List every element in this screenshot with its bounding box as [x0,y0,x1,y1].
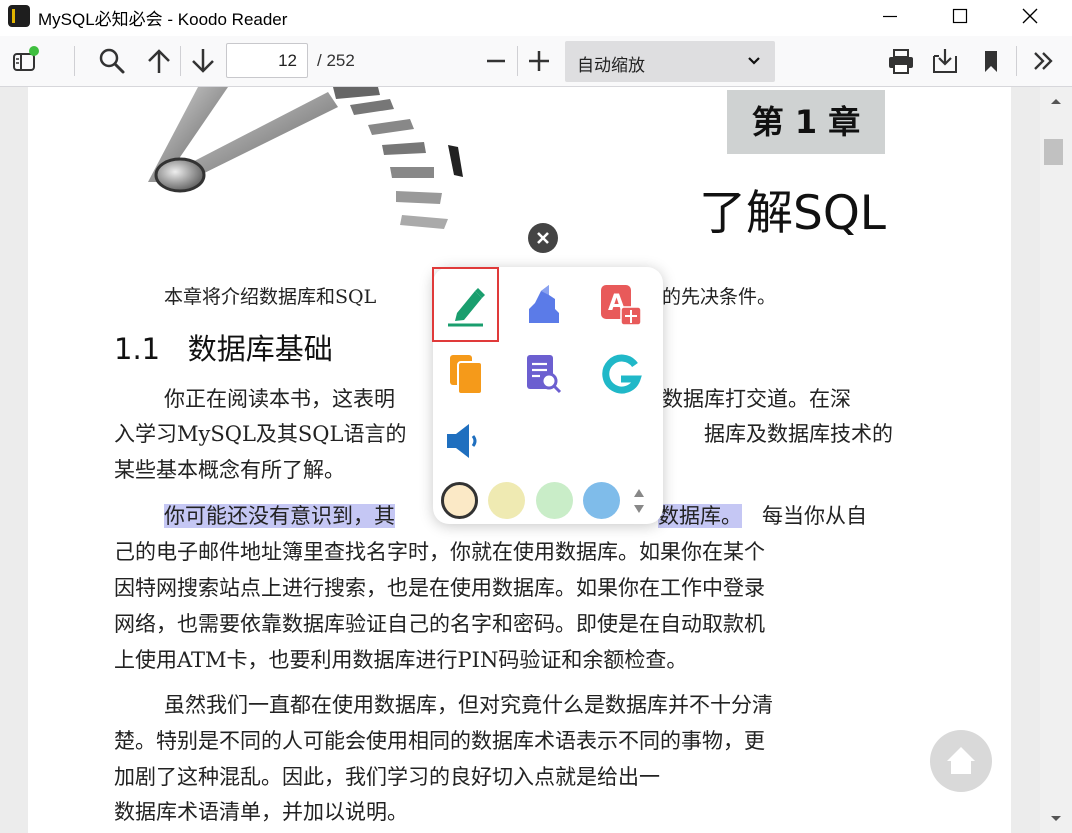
text-line: 网络，也需要依靠数据库验证自己的名字和密码。即使是在自动取款机 [114,612,765,636]
translate-button[interactable]: A [599,283,642,327]
text-line: 你正在阅读本书，这表明 [164,387,395,411]
text-line: 入学习MySQL及其SQL语言的 [114,422,407,446]
toolbar-divider [1016,46,1017,76]
text-line: 每当你从自 [762,504,867,528]
chevron-down-icon [748,57,760,65]
download-tray-icon [933,49,957,73]
section-heading: 1.1 数据库基础 [114,332,333,366]
highlighted-text[interactable]: 数据库。 [658,501,742,531]
text-line: 加剧了这种混乱。因此，我们学习的良好切入点就是给出一 [114,765,660,789]
copy-icon [450,355,483,395]
printer-icon [889,49,913,74]
google-search-icon [602,354,642,394]
highlighter-icon [529,285,559,323]
search-book-button[interactable] [525,353,565,397]
more-tools-button[interactable] [1026,36,1060,86]
intro-text-start: 本章将介绍数据库和SQL [164,286,377,308]
bookmark-button[interactable] [974,36,1008,86]
plus-icon [529,51,549,71]
clock-illustration [148,87,463,229]
toolbar-divider [180,46,181,76]
zoom-in-button[interactable] [523,36,555,86]
search-icon [99,48,125,74]
minus-icon [487,59,505,63]
color-option-cream[interactable] [441,482,478,519]
previous-page-button[interactable] [142,36,176,86]
speaker-icon [447,424,477,458]
toolbar-divider [517,46,518,76]
zoom-select[interactable]: 自动缩放 [565,41,775,82]
zoom-value: 自动缩放 [577,56,645,76]
text-line: 数据库术语清单，并加以说明。 [114,800,408,824]
arrow-up-icon [148,49,170,73]
text-line: 己的电子邮件地址簿里查找名字时，你就在使用数据库。如果你在某个 [114,540,765,564]
intro-text-end: 的先决条件。 [662,286,777,308]
selection-action-popup: A [432,267,663,524]
highlight-span[interactable]: 数据库。 [658,504,742,528]
highlighted-text[interactable]: 你可能还没有意识到，其 [164,501,395,531]
google-search-button[interactable] [599,353,642,397]
window-title: MySQL必知必会 - Koodo Reader [38,10,288,29]
maximize-icon [952,8,968,24]
title-bar: MySQL必知必会 - Koodo Reader [0,0,1072,33]
page-number-input[interactable]: 12 [226,43,308,78]
zoom-out-button[interactable] [480,36,512,86]
copy-button[interactable] [447,353,487,397]
double-chevron-right-icon [1034,52,1053,70]
chapter-title: 了解SQL [698,186,886,241]
minimize-button[interactable] [866,0,912,33]
highlight-button[interactable] [525,283,565,327]
app-logo-icon [8,5,30,27]
text-line: 因特网搜索站点上进行搜索，也是在使用数据库。如果你在工作中登录 [114,576,765,600]
color-option-yellow[interactable] [488,482,525,519]
save-button[interactable] [928,36,962,86]
maximize-button[interactable] [936,0,982,33]
pencil-note-icon [448,288,485,327]
bookmark-icon [985,51,997,72]
note-button[interactable] [445,283,485,327]
vertical-scrollbar[interactable] [1040,87,1072,833]
scrollbar-thumb[interactable] [1044,139,1063,165]
read-aloud-button[interactable] [445,419,485,463]
close-icon [1022,8,1038,24]
color-option-blue[interactable] [583,482,620,519]
highlight-span[interactable]: 你可能还没有意识到，其 [164,504,395,528]
text-line: 数据库打交道。在深 [662,387,851,411]
arrow-down-icon [192,49,214,73]
sidebar-icon [13,46,39,71]
page-count: / 252 [317,51,355,70]
text-line: 上使用ATM卡，也要利用数据库进行PIN码验证和余额检查。 [114,648,688,672]
chapter-badge: 第 1 章 [727,90,885,154]
text-line: 虽然我们一直都在使用数据库，但对究竟什么是数据库并不十分清 [164,693,773,717]
print-button[interactable] [884,36,918,86]
close-popup-button[interactable] [528,223,558,253]
find-button[interactable] [94,36,130,86]
color-option-green[interactable] [536,482,573,519]
minimize-icon [883,15,897,18]
chapter-label: 第 1 章 [751,103,861,141]
text-line: 据库及数据库技术的 [704,422,893,446]
home-icon [947,747,975,774]
next-page-button[interactable] [186,36,220,86]
close-icon [537,232,549,244]
translate-icon: A [601,285,642,326]
text-line: 某些基本概念有所了解。 [114,458,345,482]
text-line: 楚。特别是不同的人可能会使用相同的数据库术语表示不同的事物，更 [114,729,765,753]
close-button[interactable] [1006,0,1052,33]
toolbar-divider [74,46,75,76]
search-in-book-icon [527,355,562,394]
color-style-toggle-icon[interactable] [630,485,648,517]
pdf-toolbar: 12 / 252 自动缩放 [0,36,1072,87]
scroll-down-icon[interactable] [1040,809,1072,829]
home-button[interactable] [930,730,992,792]
sidebar-toggle-button[interactable] [6,36,42,86]
scroll-up-icon[interactable] [1040,91,1072,111]
